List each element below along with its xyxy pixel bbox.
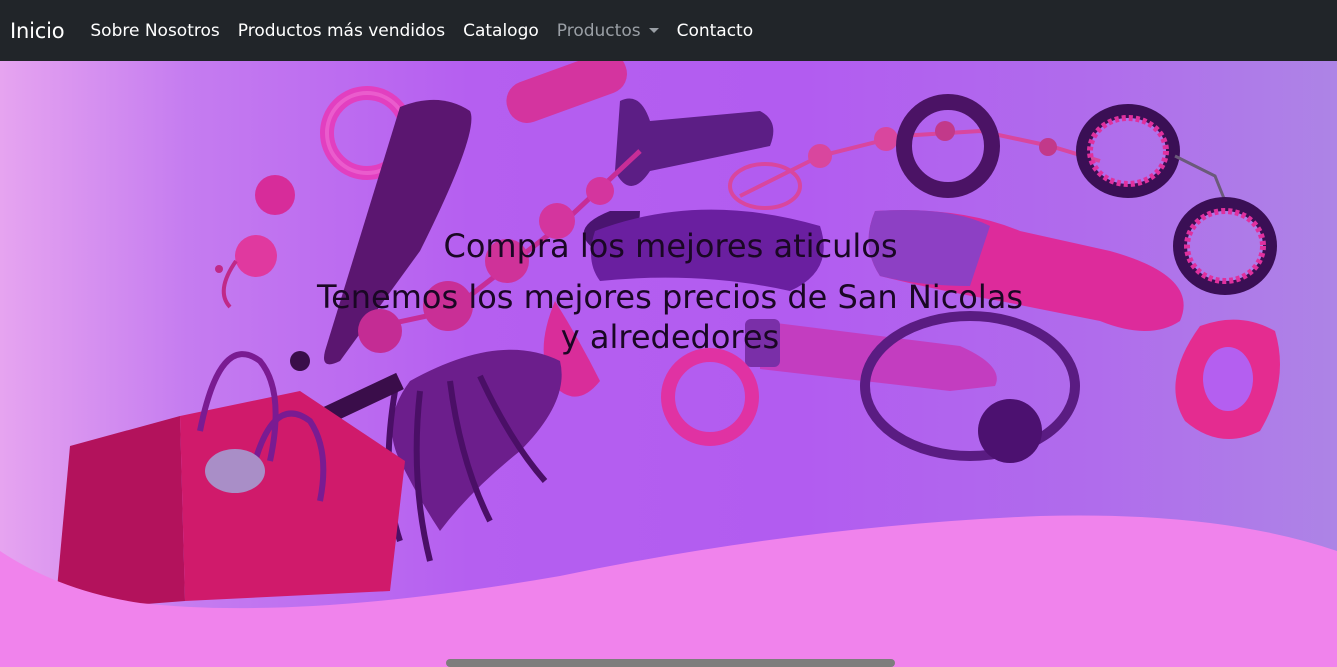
top-navbar: Inicio Sobre Nosotros Productos más vend… xyxy=(0,0,1337,61)
caret-down-icon xyxy=(648,28,659,33)
nav-link-sobre-nosotros[interactable]: Sobre Nosotros xyxy=(90,21,219,41)
hero-text: Compra los mejores aticulos Tenemos los … xyxy=(0,61,1337,664)
nav-dropdown-productos-label: Productos xyxy=(556,20,641,41)
horizontal-scrollbar[interactable] xyxy=(446,659,895,667)
nav-link-contacto[interactable]: Contacto xyxy=(677,21,754,41)
nav-link-catalogo[interactable]: Catalogo xyxy=(463,21,539,41)
hero-subline: Tenemos los mejores precios de San Nicol… xyxy=(316,278,1024,356)
nav-link-productos-mas-vendidos[interactable]: Productos más vendidos xyxy=(238,21,445,41)
hero-headline: Compra los mejores aticulos xyxy=(443,227,898,265)
nav-brand-inicio[interactable]: Inicio xyxy=(10,19,65,43)
nav-dropdown-productos[interactable]: Productos xyxy=(557,21,659,41)
hero-banner: Compra los mejores aticulos Tenemos los … xyxy=(0,61,1337,664)
